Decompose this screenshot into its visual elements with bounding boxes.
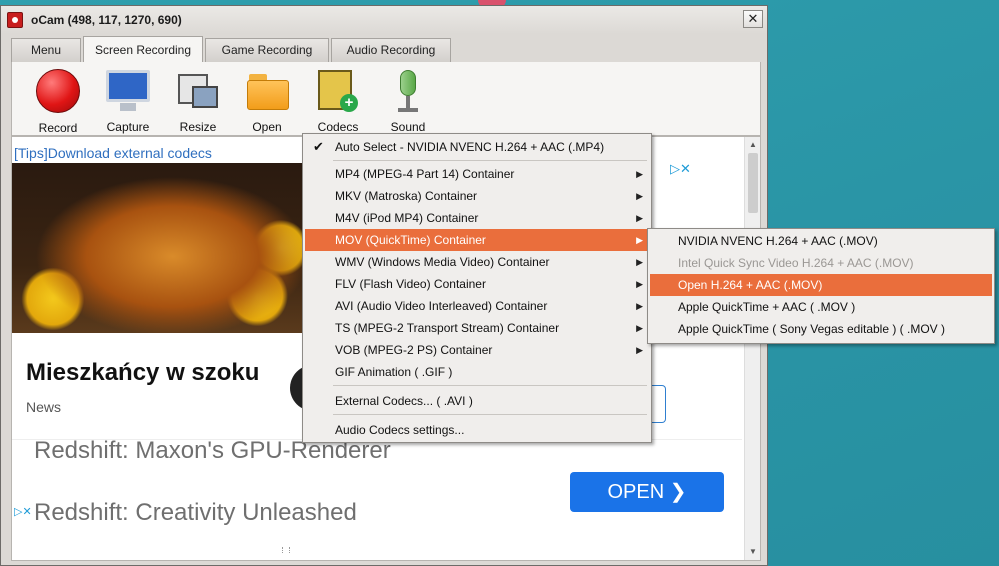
tab-menu[interactable]: Menu: [11, 38, 81, 62]
ad-outline-button[interactable]: [652, 385, 666, 423]
menu-item-label: WMV (Windows Media Video) Container: [335, 255, 550, 269]
sound-label: Sound: [390, 120, 426, 134]
submenu-arrow-icon: ▶: [636, 279, 643, 289]
submenu-arrow-icon: ▶: [636, 301, 643, 311]
tab-bar: Menu Screen Recording Game Recording Aud…: [11, 36, 453, 62]
submenu-arrow-icon: ▶: [636, 235, 643, 245]
scroll-up-icon[interactable]: ▲: [745, 137, 760, 153]
codecs-button[interactable]: + Codecs: [305, 68, 371, 134]
menu-separator: [333, 160, 647, 161]
codecs-label: Codecs: [317, 120, 359, 134]
menu-item-wmv[interactable]: WMV (Windows Media Video) Container ▶: [305, 251, 649, 273]
title-bar[interactable]: oCam (498, 117, 1270, 690) ✕: [1, 6, 767, 34]
ad-image[interactable]: [12, 163, 304, 333]
submenu-item-open-h264[interactable]: Open H.264 + AAC (.MOV): [650, 274, 992, 296]
menu-item-m4v[interactable]: M4V (iPod MP4) Container ▶: [305, 207, 649, 229]
record-button[interactable]: Record: [25, 68, 91, 135]
submenu-arrow-icon: ▶: [636, 323, 643, 333]
menu-item-label: MOV (QuickTime) Container: [335, 233, 486, 247]
menu-item-label: Auto Select - NVIDIA NVENC H.264 + AAC (…: [335, 140, 605, 154]
menu-item-mkv[interactable]: MKV (Matroska) Container ▶: [305, 185, 649, 207]
record-icon: [36, 69, 80, 113]
menu-item-label: TS (MPEG-2 Transport Stream) Container: [335, 321, 560, 335]
menu-item-auto-select[interactable]: ✔ Auto Select - NVIDIA NVENC H.264 + AAC…: [305, 136, 649, 158]
submenu-arrow-icon: ▶: [636, 169, 643, 179]
menu-item-label: M4V (iPod MP4) Container: [335, 211, 479, 225]
tab-screen-recording[interactable]: Screen Recording: [83, 36, 203, 62]
open-button-toolbar[interactable]: Open: [234, 68, 300, 134]
close-button[interactable]: ✕: [743, 10, 763, 28]
toolbar: Record Capture Resize Open + Codecs Soun…: [11, 62, 761, 136]
ad-open-button[interactable]: OPEN ❯: [570, 472, 724, 512]
microphone-icon: [384, 68, 432, 114]
menu-item-label: MP4 (MPEG-4 Part 14) Container: [335, 167, 515, 181]
tab-game-recording[interactable]: Game Recording: [205, 38, 329, 62]
menu-item-mp4[interactable]: MP4 (MPEG-4 Part 14) Container ▶: [305, 163, 649, 185]
tips-download-link[interactable]: [Tips]Download external codecs: [14, 145, 212, 161]
menu-separator: [333, 414, 647, 415]
ad-source: News: [26, 399, 62, 415]
window-title: oCam (498, 117, 1270, 690): [31, 13, 182, 27]
submenu-item-apple-quicktime-vegas[interactable]: Apple QuickTime ( Sony Vegas editable ) …: [650, 318, 992, 340]
folder-icon: [243, 68, 291, 114]
adchoices-icon[interactable]: ▷✕: [670, 161, 691, 177]
submenu-arrow-icon: ▶: [636, 257, 643, 267]
redshift-headline-2[interactable]: Redshift: Creativity Unleashed: [34, 499, 357, 527]
resize-label: Resize: [179, 120, 217, 134]
scroll-thumb[interactable]: [748, 153, 758, 213]
menu-item-gif[interactable]: GIF Animation ( .GIF ): [305, 361, 649, 383]
monitor-icon: [104, 68, 152, 114]
open-label: Open: [252, 120, 282, 134]
menu-item-vob[interactable]: VOB (MPEG-2 PS) Container ▶: [305, 339, 649, 361]
mov-submenu: NVIDIA NVENC H.264 + AAC (.MOV) Intel Qu…: [647, 228, 995, 344]
capture-button[interactable]: Capture: [95, 68, 161, 134]
submenu-item-intel-quick-sync: Intel Quick Sync Video H.264 + AAC (.MOV…: [678, 256, 914, 270]
submenu-item-nvidia-nvenc[interactable]: NVIDIA NVENC H.264 + AAC (.MOV): [650, 230, 992, 252]
menu-item-label: FLV (Flash Video) Container: [335, 277, 486, 291]
menu-item-label: Audio Codecs settings...: [335, 423, 465, 437]
submenu-item-apple-quicktime-aac[interactable]: Apple QuickTime + AAC ( .MOV ): [650, 296, 992, 318]
submenu-arrow-icon: ▶: [636, 191, 643, 201]
capture-label: Capture: [106, 120, 150, 134]
menu-item-external-codecs[interactable]: External Codecs... ( .AVI ): [305, 390, 649, 412]
record-label: Record: [38, 121, 78, 135]
menu-item-audio-codecs[interactable]: Audio Codecs settings...: [305, 419, 649, 441]
ad-headline[interactable]: Mieszkańcy w szoku: [26, 359, 259, 387]
adchoices-icon[interactable]: ▷✕: [14, 505, 32, 519]
menu-separator: [333, 385, 647, 386]
resize-button[interactable]: Resize: [165, 68, 231, 134]
codecs-menu: ✔ Auto Select - NVIDIA NVENC H.264 + AAC…: [302, 133, 652, 443]
tab-audio-recording[interactable]: Audio Recording: [331, 38, 451, 62]
sound-button[interactable]: Sound: [375, 68, 441, 134]
menu-item-ts[interactable]: TS (MPEG-2 Transport Stream) Container ▶: [305, 317, 649, 339]
scroll-down-icon[interactable]: ▼: [745, 544, 760, 560]
submenu-arrow-icon: ▶: [636, 345, 643, 355]
app-icon: [7, 12, 23, 28]
menu-item-label: External Codecs... ( .AVI ): [335, 394, 473, 408]
checkmark-icon: ✔: [313, 139, 324, 154]
film-add-icon: +: [314, 68, 362, 114]
splitter-grip[interactable]: [282, 547, 290, 553]
menu-item-avi[interactable]: AVI (Audio Video Interleaved) Container …: [305, 295, 649, 317]
resize-icon: [174, 68, 222, 114]
menu-item-mov[interactable]: MOV (QuickTime) Container ▶: [305, 229, 649, 251]
menu-item-label: AVI (Audio Video Interleaved) Container: [335, 299, 548, 313]
menu-item-flv[interactable]: FLV (Flash Video) Container ▶: [305, 273, 649, 295]
submenu-arrow-icon: ▶: [636, 213, 643, 223]
menu-item-label: GIF Animation ( .GIF ): [335, 365, 453, 379]
vertical-scrollbar[interactable]: ▲ ▼: [744, 137, 760, 560]
menu-item-label: MKV (Matroska) Container: [335, 189, 478, 203]
menu-item-label: VOB (MPEG-2 PS) Container: [335, 343, 493, 357]
